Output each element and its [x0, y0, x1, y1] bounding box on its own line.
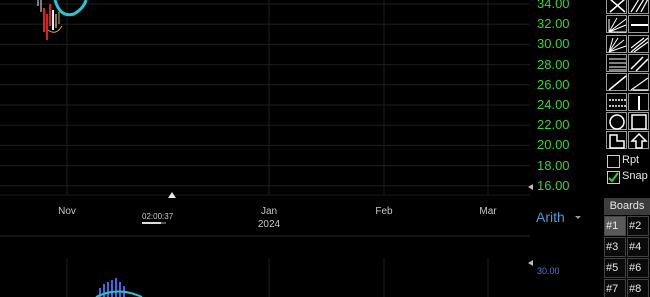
time-label-mar: Mar	[479, 206, 497, 217]
repeat-checkbox[interactable]	[607, 155, 620, 168]
price-label: 16.00	[537, 177, 570, 193]
check-icon	[608, 172, 619, 183]
board-button[interactable]: #1	[604, 216, 626, 236]
timer-progress-bar	[142, 222, 166, 224]
channel-icon[interactable]	[628, 53, 649, 72]
snap-checkbox[interactable]	[607, 171, 620, 184]
trendline-icon[interactable]	[606, 73, 627, 92]
price-pointer-arrow	[528, 184, 533, 190]
time-label-feb: Feb	[375, 206, 393, 217]
chart-canvas[interactable]	[0, 0, 602, 297]
time-label-year: 2024	[257, 219, 281, 230]
board-button[interactable]: #4	[627, 237, 649, 257]
horizontal-levels-icon[interactable]	[606, 53, 627, 72]
time-label-jan: Jan	[260, 206, 278, 217]
snap-label: Snap	[622, 170, 648, 182]
price-label: 20.00	[537, 137, 570, 153]
circle-icon[interactable]	[606, 111, 627, 130]
board-button[interactable]: #6	[627, 258, 649, 278]
price-label: 24.00	[537, 97, 570, 112]
moving-average-cyan	[53, 0, 88, 17]
board-button[interactable]: #8	[627, 279, 649, 297]
boards-header: Boards	[604, 198, 650, 215]
board-button[interactable]: #5	[604, 258, 626, 278]
lower-pointer-arrow	[528, 260, 533, 266]
parallel-diagonals-icon[interactable]	[628, 0, 649, 14]
time-label-nov: Nov	[58, 206, 76, 217]
chevron-down-icon[interactable]	[575, 216, 581, 219]
gann-fan-icon[interactable]	[606, 34, 627, 53]
timer-progress-fill	[142, 222, 162, 224]
square-icon[interactable]	[628, 111, 649, 130]
up-arrow-icon[interactable]	[628, 131, 649, 150]
horizontal-grid	[0, 3, 530, 187]
dotted-levels-icon[interactable]	[606, 92, 627, 111]
repeat-label: Rpt	[622, 154, 640, 166]
diagonal-fan-icon[interactable]	[628, 34, 649, 53]
price-label: 30.00	[537, 36, 570, 52]
price-label: 28.00	[537, 56, 570, 72]
price-label: 26.00	[537, 76, 570, 92]
vertical-line-icon[interactable]	[628, 92, 649, 111]
price-label: 18.00	[537, 157, 570, 173]
step-shape-icon[interactable]	[606, 131, 627, 150]
lower-panel-axis-label: 30.00	[537, 266, 560, 276]
fan-lines-icon[interactable]	[606, 15, 627, 34]
price-label: 34.00	[537, 0, 570, 11]
horizontal-line-icon[interactable]	[628, 15, 649, 34]
price-label: 22.00	[537, 117, 570, 133]
board-button[interactable]: #3	[604, 237, 626, 257]
bar-countdown-timer: 02:00:37	[142, 212, 174, 221]
board-button[interactable]: #2	[627, 216, 649, 236]
ray-icon[interactable]	[628, 73, 649, 92]
scale-mode-label[interactable]: Arith	[536, 209, 565, 225]
cross-lines-icon[interactable]	[606, 0, 627, 14]
moving-average-orange	[47, 25, 63, 33]
board-button[interactable]: #7	[604, 279, 626, 297]
price-label: 32.00	[537, 16, 570, 32]
